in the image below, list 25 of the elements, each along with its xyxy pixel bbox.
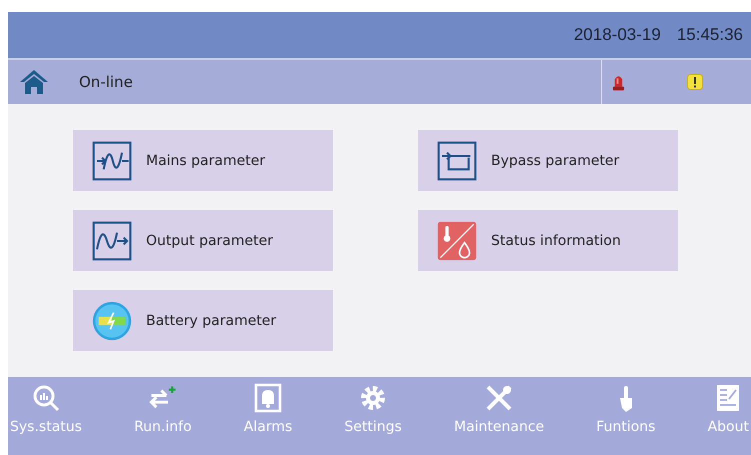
menu-button[interactable]: Mains parameter xyxy=(73,130,333,191)
home-icon[interactable] xyxy=(19,69,49,95)
warning-icon xyxy=(687,74,703,90)
nav-button[interactable]: Sys.status xyxy=(10,383,82,455)
bell-icon xyxy=(253,383,284,413)
bypass-icon xyxy=(437,140,477,180)
tools-icon xyxy=(484,383,514,413)
mode-text: On-line xyxy=(79,73,134,91)
sine-wave-icon xyxy=(92,140,132,180)
nav-button[interactable]: Maintenance xyxy=(454,383,544,455)
battery-icon xyxy=(92,300,132,340)
nav-button[interactable]: Funtions xyxy=(596,383,656,455)
menu-button[interactable]: Battery parameter xyxy=(73,290,333,351)
sine-wave-icon xyxy=(92,220,132,260)
nav-button[interactable]: About xyxy=(708,383,749,455)
temperature-humidity-icon xyxy=(437,220,477,260)
time-text: 15:45:36 xyxy=(676,25,743,45)
menu-button[interactable]: Status information xyxy=(418,210,678,271)
nav-button[interactable]: Alarms xyxy=(244,383,292,455)
date-text: 2018-03-19 xyxy=(574,25,661,45)
nav-button[interactable]: Settings xyxy=(344,383,402,455)
menu-button[interactable]: Bypass parameter xyxy=(418,130,678,191)
magnifier-chart-icon xyxy=(30,383,61,413)
menu-button[interactable]: Output parameter xyxy=(73,210,333,271)
nav-button[interactable]: Run.info xyxy=(134,383,192,455)
